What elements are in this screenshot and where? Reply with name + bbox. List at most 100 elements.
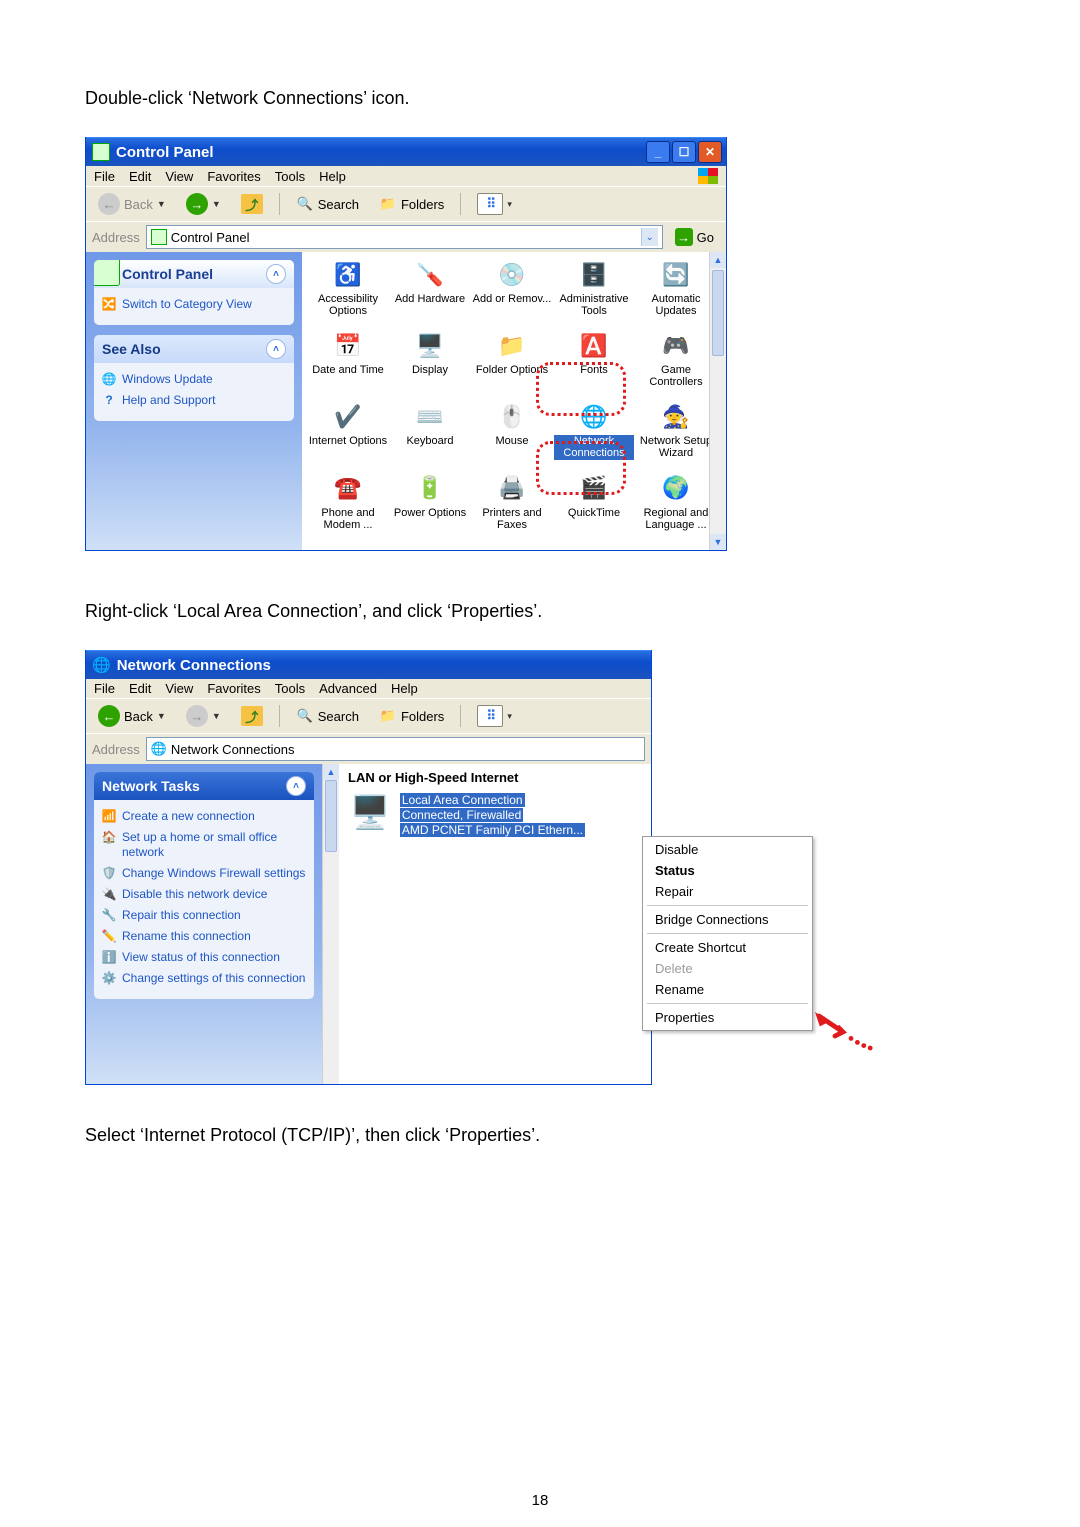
item-icon: 🔄 [659,260,693,290]
task-header-label: Network Tasks [102,778,200,794]
task-header-label: Control Panel [122,266,213,282]
collapse-icon[interactable]: ˄ [266,264,286,284]
scrollbar[interactable]: ▲ ▼ [709,252,726,550]
network-task-link[interactable]: ℹ️View status of this connection [102,947,306,968]
folders-button[interactable]: 📁 Folders [373,193,450,215]
cp-item-mouse[interactable]: 🖱️Mouse [472,402,552,459]
task-icon: 🔌 [102,887,116,901]
go-icon: → [675,228,693,246]
cp-item-quicktime[interactable]: 🎬QuickTime [554,474,634,531]
menu-file[interactable]: File [94,169,115,184]
views-button[interactable]: ⠿ ▾ [471,191,518,217]
go-button[interactable]: → Go [669,228,720,246]
cp-item-administrative-tools[interactable]: 🗄️Administrative Tools [554,260,634,317]
scroll-down-icon[interactable]: ▼ [710,534,726,550]
cp-item-add-hardware[interactable]: 🪛Add Hardware [390,260,470,317]
up-button[interactable]: ⤴ [235,704,269,728]
cp-item-regional-and-language[interactable]: 🌍Regional and Language ... [636,474,716,531]
task-card-header[interactable]: Control Panel ˄ [94,260,294,288]
menu-edit[interactable]: Edit [129,681,151,696]
windows-update-link[interactable]: 🌐 Windows Update [102,369,286,390]
cp-item-network-connections[interactable]: 🌐Network Connections [554,402,634,459]
local-area-connection-item[interactable]: 🖥️ Local Area Connection Connected, Fire… [340,787,651,844]
network-task-link[interactable]: ✏️Rename this connection [102,926,306,947]
network-task-link[interactable]: 📶Create a new connection [102,806,306,827]
cp-item-fonts[interactable]: 🅰️Fonts [554,331,634,388]
network-task-link[interactable]: 🔌Disable this network device [102,884,306,905]
menu-view[interactable]: View [165,681,193,696]
menu-favorites[interactable]: Favorites [207,681,260,696]
network-task-link[interactable]: 🔧Repair this connection [102,905,306,926]
minimize-button[interactable]: _ [646,141,670,163]
menu-view[interactable]: View [165,169,193,184]
back-button[interactable]: ← Back ▼ [92,703,172,729]
menu-shortcut[interactable]: Create Shortcut [645,937,810,958]
views-button[interactable]: ⠿ ▾ [471,703,518,729]
item-icon: 💿 [495,260,529,290]
page-number: 18 [0,1492,1080,1509]
folders-button[interactable]: 📁 Folders [373,705,450,727]
cp-item-game-controllers[interactable]: 🎮Game Controllers [636,331,716,388]
menu-help[interactable]: Help [319,169,346,184]
switch-category-link[interactable]: 🔀 Switch to Category View [102,294,286,315]
menu-tools[interactable]: Tools [275,681,305,696]
item-icon: 🗄️ [577,260,611,290]
close-button[interactable]: ✕ [698,141,722,163]
cp-item-add-or-remov[interactable]: 💿Add or Remov... [472,260,552,317]
cp-item-date-and-time[interactable]: 📅Date and Time [308,331,388,388]
scroll-up-icon[interactable]: ▲ [710,252,726,268]
help-support-link[interactable]: ? Help and Support [102,390,286,411]
collapse-icon[interactable]: ˄ [266,339,286,359]
cp-item-keyboard[interactable]: ⌨️Keyboard [390,402,470,459]
task-card-header[interactable]: See Also ˄ [94,335,294,363]
cp-item-accessibility-options[interactable]: ♿Accessibility Options [308,260,388,317]
chevron-down-icon[interactable]: ⌄ [641,228,658,246]
back-button[interactable]: ← Back ▼ [92,191,172,217]
cp-item-power-options[interactable]: 🔋Power Options [390,474,470,531]
folders-icon: 📁 [379,707,397,725]
menu-properties[interactable]: Properties [645,1007,810,1028]
menu-help[interactable]: Help [391,681,418,696]
cp-item-printers-and-faxes[interactable]: 🖨️Printers and Faxes [472,474,552,531]
scroll-thumb[interactable] [325,780,337,852]
collapse-icon[interactable]: ˄ [286,776,306,796]
forward-button[interactable]: → ▼ [180,191,227,217]
menu-advanced[interactable]: Advanced [319,681,377,696]
network-task-link[interactable]: ⚙️Change settings of this connection [102,968,306,989]
menu-favorites[interactable]: Favorites [207,169,260,184]
scroll-up-icon[interactable]: ▲ [323,764,339,780]
cp-item-folder-options[interactable]: 📁Folder Options [472,331,552,388]
menu-status[interactable]: Status [645,860,810,881]
cp-item-phone-and-modem[interactable]: ☎️Phone and Modem ... [308,474,388,531]
search-button[interactable]: 🔍 Search [290,193,365,215]
titlebar[interactable]: 🌐 Network Connections [86,650,651,679]
icon-area[interactable]: ▲ LAN or High-Speed Internet 🖥️ Local Ar… [322,764,651,1084]
network-task-link[interactable]: 🏠Set up a home or small office network [102,827,306,863]
network-task-link[interactable]: 🛡️Change Windows Firewall settings [102,863,306,884]
icon-area[interactable]: ♿Accessibility Options🪛Add Hardware💿Add … [302,252,726,550]
up-button[interactable]: ⤴ [235,192,269,216]
menu-bridge[interactable]: Bridge Connections [645,909,810,930]
cp-item-network-setup-wizard[interactable]: 🧙Network Setup Wizard [636,402,716,459]
search-button[interactable]: 🔍 Search [290,705,365,727]
cp-item-internet-options[interactable]: ✔️Internet Options [308,402,388,459]
scrollbar[interactable]: ▲ [322,764,339,1084]
scroll-thumb[interactable] [712,270,724,356]
cp-item-automatic-updates[interactable]: 🔄Automatic Updates [636,260,716,317]
address-input[interactable]: Control Panel ⌄ [146,225,663,249]
menu-repair[interactable]: Repair [645,881,810,902]
menu-tools[interactable]: Tools [275,169,305,184]
menu-file[interactable]: File [94,681,115,696]
network-adapter-icon: 🖥️ [350,793,390,831]
maximize-button[interactable]: ☐ [672,141,696,163]
menu-rename[interactable]: Rename [645,979,810,1000]
cp-item-display[interactable]: 🖥️Display [390,331,470,388]
menu-edit[interactable]: Edit [129,169,151,184]
link-label: Change Windows Firewall settings [122,866,305,881]
titlebar[interactable]: Control Panel _ ☐ ✕ [86,137,726,166]
forward-button[interactable]: → ▼ [180,703,227,729]
menu-disable[interactable]: Disable [645,839,810,860]
address-input[interactable]: 🌐 Network Connections [146,737,645,761]
connection-name: Local Area Connection [400,793,525,807]
task-card-header[interactable]: Network Tasks ˄ [94,772,314,800]
